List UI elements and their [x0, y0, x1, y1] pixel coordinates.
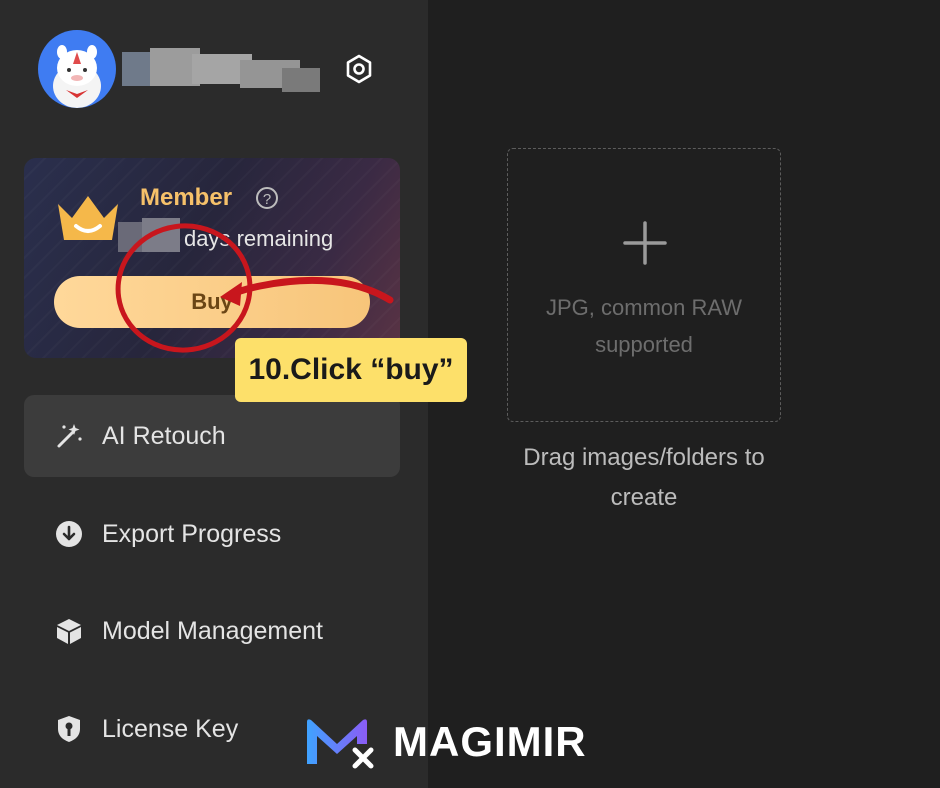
nav-item-ai-retouch[interactable]: AI Retouch [24, 395, 400, 477]
nav-label-license-key: License Key [102, 714, 239, 743]
nav-label-model-management: Model Management [102, 616, 323, 645]
drag-instructions: Drag images/folders to create [523, 444, 765, 511]
crown-icon [58, 196, 118, 240]
download-circle-icon [54, 519, 84, 549]
brand-name: MAGIMIR [393, 718, 587, 765]
gear-icon [346, 54, 372, 84]
member-card: Member ? days remaining Buy [24, 158, 400, 358]
nav-label-export-progress: Export Progress [102, 519, 282, 548]
nav-item-model-management[interactable]: Model Management [24, 590, 400, 672]
nav-label-ai-retouch: AI Retouch [102, 421, 226, 450]
instruction-callout: 10.Click “buy” [235, 338, 467, 402]
nav-item-export-progress[interactable]: Export Progress [24, 493, 400, 575]
supported-formats-text: JPG, common RAW supported [546, 295, 742, 357]
buy-button[interactable]: Buy [54, 276, 370, 328]
days-count-redacted [118, 218, 180, 254]
help-icon[interactable]: ? [256, 187, 278, 209]
settings-button[interactable] [342, 52, 376, 86]
member-title: Member [140, 184, 233, 211]
cube-icon [54, 616, 84, 646]
plus-icon [623, 221, 667, 265]
main-area: JPG, common RAW supported Drag images/fo… [428, 0, 940, 788]
days-remaining-text: days remaining [184, 226, 334, 251]
magic-wand-icon [54, 421, 84, 451]
avatar[interactable] [38, 30, 116, 108]
username-redacted [122, 46, 322, 92]
magimir-logo: MAGIMIR [303, 712, 603, 772]
key-shield-icon [54, 714, 84, 744]
rhino-mascot-icon [53, 45, 101, 108]
magimir-logo-icon [307, 719, 374, 769]
image-drop-zone[interactable]: JPG, common RAW supported [507, 148, 781, 422]
